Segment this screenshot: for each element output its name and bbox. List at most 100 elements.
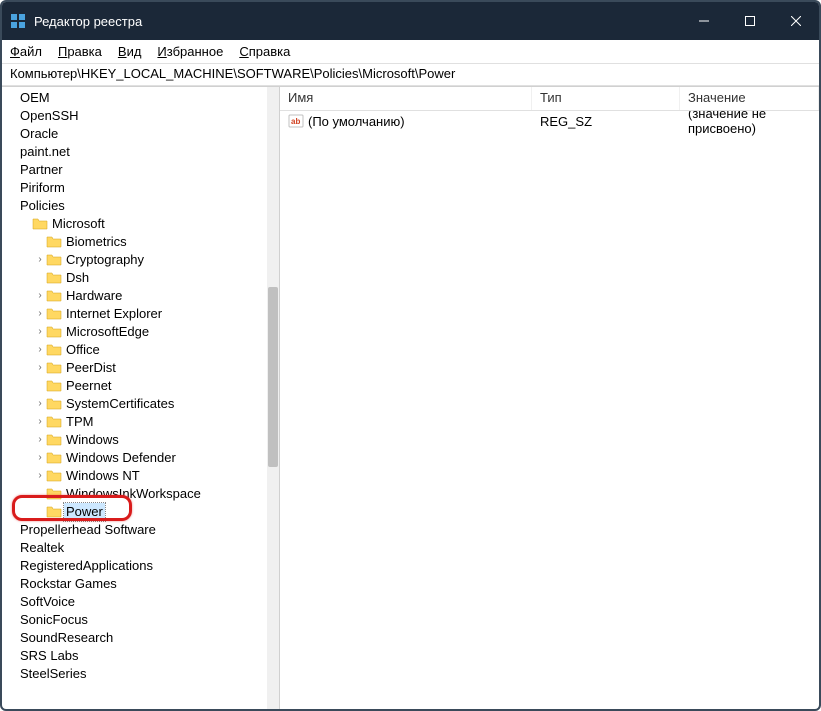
tree-item[interactable]: Partner [2,161,279,179]
tree-item[interactable]: ›Windows [2,431,279,449]
tree-item-label: Microsoft [50,215,107,233]
tree-item[interactable]: RegisteredApplications [2,557,279,575]
tree-item[interactable]: SoftVoice [2,593,279,611]
tree-item-label: Piriform [18,179,67,197]
tree-item-label: Realtek [18,539,66,557]
menubar: Файл Правка Вид Избранное Справка [2,40,819,64]
expand-icon[interactable]: › [34,341,46,359]
column-type[interactable]: Тип [532,87,680,110]
close-button[interactable] [773,2,819,40]
value-row[interactable]: ab(По умолчанию)REG_SZ(значение не присв… [280,111,819,131]
folder-icon [46,343,62,357]
tree-item[interactable]: SonicFocus [2,611,279,629]
menu-file[interactable]: Файл [10,44,42,59]
tree-item[interactable]: › Windows NT [2,467,279,485]
folder-icon [46,487,62,501]
tree-item[interactable]: Propellerhead Software [2,521,279,539]
tree-item-label: RegisteredApplications [18,557,155,575]
tree-item-label: MicrosoftEdge [64,323,151,341]
tree-item-label: Rockstar Games [18,575,119,593]
expand-icon[interactable]: › [34,449,46,467]
tree-item[interactable]: Power [2,503,279,521]
tree-item[interactable]: OpenSSH [2,107,279,125]
tree-item-label: OpenSSH [18,107,81,125]
tree-item-label: TPM [64,413,95,431]
menu-view[interactable]: Вид [118,44,142,59]
tree-item[interactable]: Oracle [2,125,279,143]
tree-item[interactable]: Realtek [2,539,279,557]
menu-favorites[interactable]: Избранное [157,44,223,59]
tree-item-label: Hardware [64,287,124,305]
tree-item[interactable]: Rockstar Games [2,575,279,593]
tree-item-label: Propellerhead Software [18,521,158,539]
tree-item[interactable]: Microsoft [2,215,279,233]
tree-item[interactable]: › Office [2,341,279,359]
tree-item-label: Biometrics [64,233,129,251]
content-area: OEMOpenSSHOraclepaint.netPartnerPiriform… [2,86,819,709]
folder-icon [46,271,62,285]
registry-editor-window: Редактор реестра Файл Правка Вид Избранн… [0,0,821,711]
tree-item-label: Oracle [18,125,60,143]
tree-item[interactable]: Peernet [2,377,279,395]
tree-item-label: paint.net [18,143,72,161]
tree-item[interactable]: SRS Labs [2,647,279,665]
tree-item-label: Office [64,341,102,359]
column-value[interactable]: Значение [680,87,819,110]
list-header: Имя Тип Значение [280,87,819,111]
tree-item-label: SRS Labs [18,647,81,665]
expand-icon[interactable]: › [34,359,46,377]
folder-icon [46,361,62,375]
minimize-button[interactable] [681,2,727,40]
expand-icon[interactable]: › [34,251,46,269]
maximize-button[interactable] [727,2,773,40]
tree-item-label: SoftVoice [18,593,77,611]
tree-item[interactable]: Piriform [2,179,279,197]
tree-pane: OEMOpenSSHOraclepaint.netPartnerPiriform… [2,87,280,709]
tree-item[interactable]: Biometrics [2,233,279,251]
expand-icon[interactable]: › [34,305,46,323]
registry-tree[interactable]: OEMOpenSSHOraclepaint.netPartnerPiriform… [2,87,279,685]
expand-icon[interactable]: › [34,395,46,413]
tree-item[interactable]: paint.net [2,143,279,161]
tree-item[interactable]: › TPM [2,413,279,431]
column-name[interactable]: Имя [280,87,532,110]
tree-item[interactable]: Policies [2,197,279,215]
tree-item-label: Windows NT [64,467,142,485]
folder-icon [46,505,62,519]
tree-item[interactable]: SoundResearch [2,629,279,647]
tree-item[interactable]: › PeerDist [2,359,279,377]
menu-help[interactable]: Справка [239,44,290,59]
tree-item[interactable]: Dsh [2,269,279,287]
tree-item[interactable]: ›SystemCertificates [2,395,279,413]
expand-icon[interactable]: › [34,287,46,305]
folder-icon [46,469,62,483]
titlebar[interactable]: Редактор реестра [2,2,819,40]
svg-text:ab: ab [291,117,300,126]
folder-icon [46,415,62,429]
tree-item[interactable]: ›Windows Defender [2,449,279,467]
expand-icon[interactable]: › [34,467,46,485]
folder-icon [46,253,62,267]
folder-icon [46,235,62,249]
expand-icon[interactable]: › [34,431,46,449]
expand-icon[interactable]: › [34,413,46,431]
tree-item[interactable]: › MicrosoftEdge [2,323,279,341]
tree-item[interactable]: SteelSeries [2,665,279,683]
tree-item[interactable]: OEM [2,89,279,107]
tree-item[interactable]: ›Internet Explorer [2,305,279,323]
tree-item[interactable]: WindowsInkWorkspace [2,485,279,503]
tree-item-label: Cryptography [64,251,146,269]
values-list[interactable]: ab(По умолчанию)REG_SZ(значение не присв… [280,111,819,709]
value-name-cell: ab(По умолчанию) [280,113,532,129]
tree-item-label: PeerDist [64,359,118,377]
tree-item-label: Policies [18,197,67,215]
tree-item[interactable]: › Hardware [2,287,279,305]
menu-edit[interactable]: Правка [58,44,102,59]
tree-scrollbar[interactable] [267,87,279,709]
folder-icon [46,397,62,411]
expand-icon[interactable]: › [34,323,46,341]
tree-item[interactable]: › Cryptography [2,251,279,269]
scrollbar-thumb[interactable] [268,287,278,467]
values-pane: Имя Тип Значение ab(По умолчанию)REG_SZ(… [280,87,819,709]
address-bar[interactable]: Компьютер\HKEY_LOCAL_MACHINE\SOFTWARE\Po… [2,64,819,86]
